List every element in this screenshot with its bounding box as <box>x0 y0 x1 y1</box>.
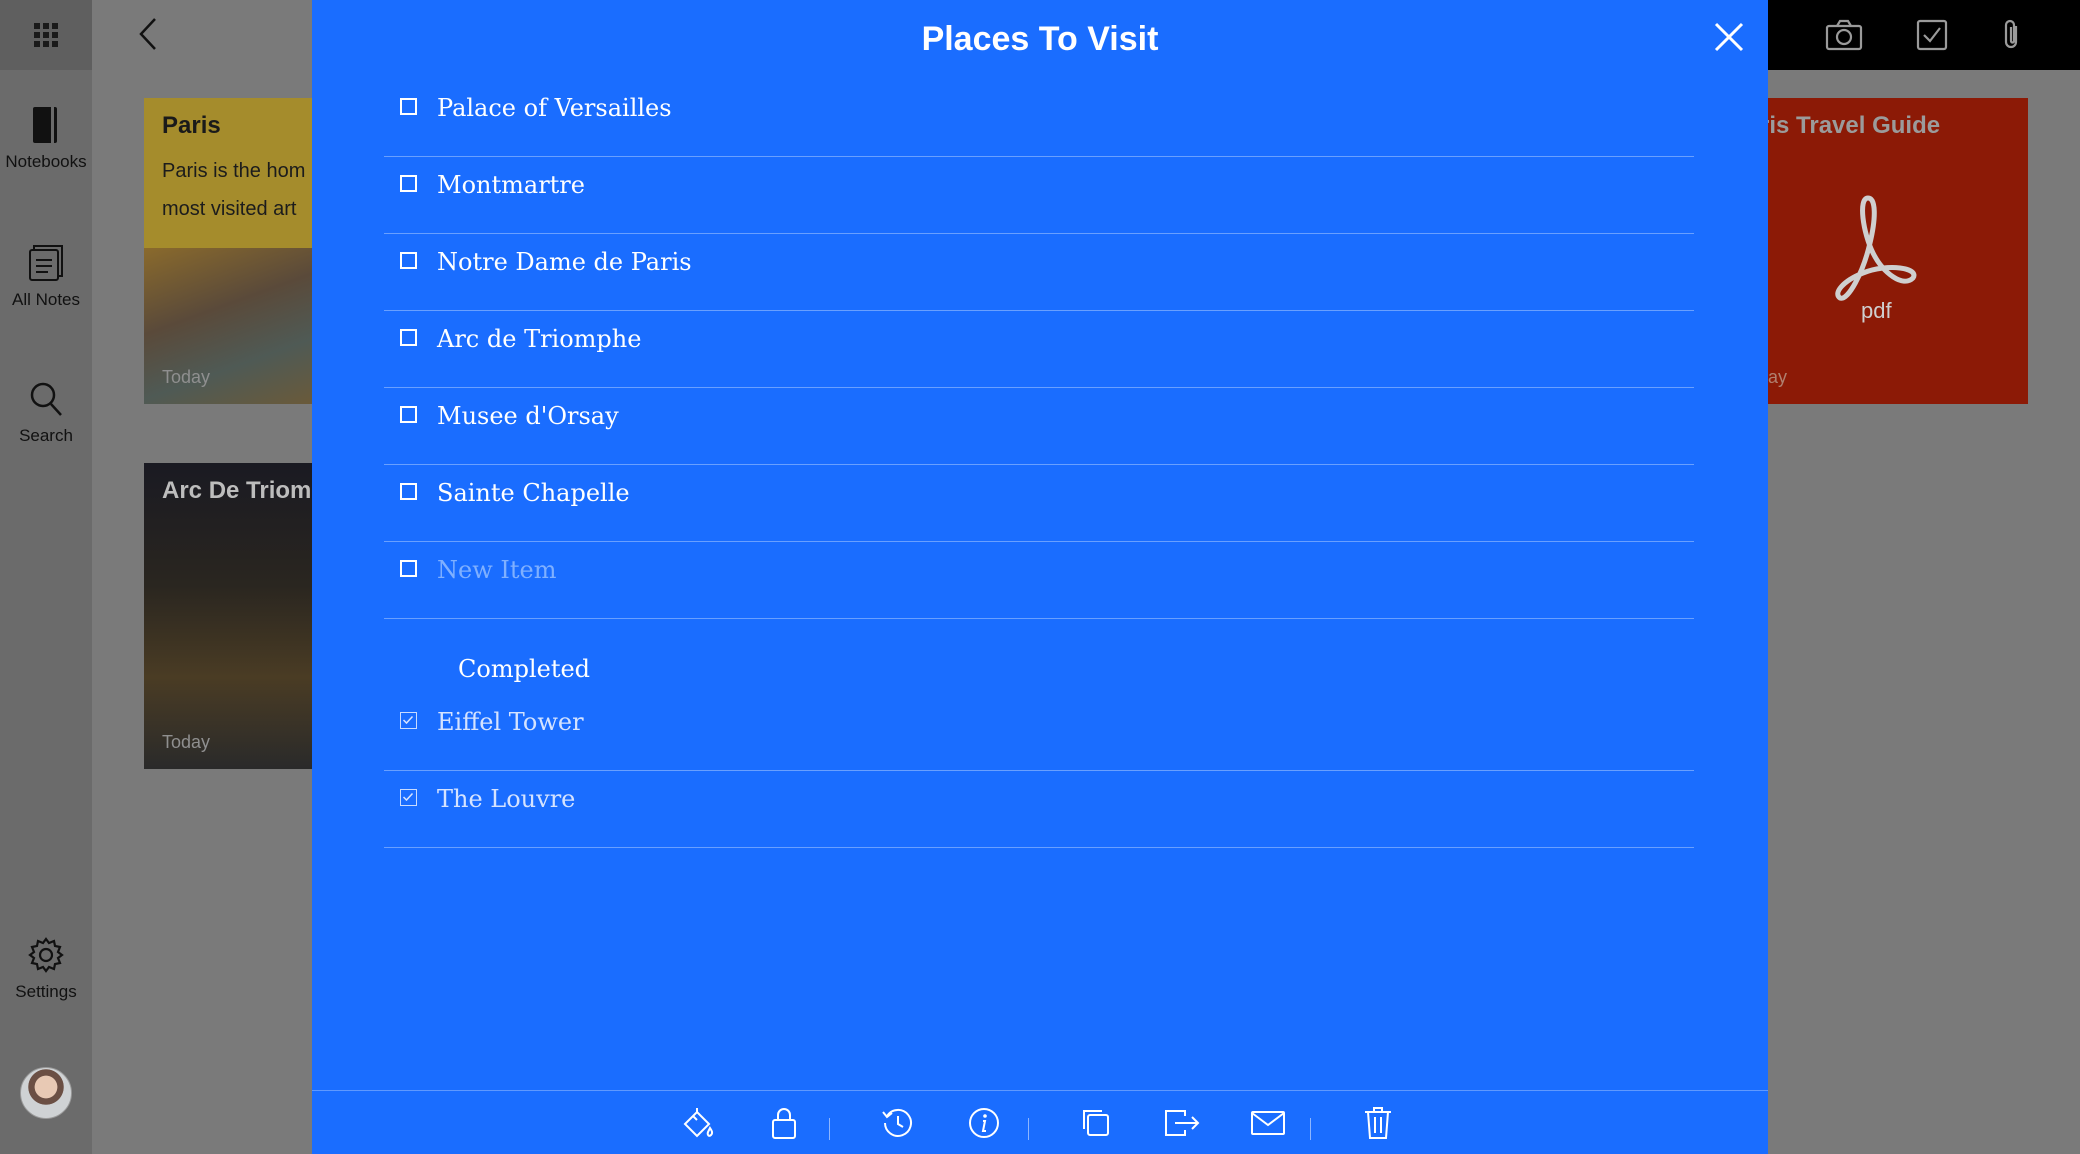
sidebar-item-notebooks[interactable]: Notebooks <box>0 106 92 172</box>
checklist-item[interactable]: Sainte Chapelle <box>384 465 1694 542</box>
trash-icon <box>1365 1107 1391 1139</box>
lock-button[interactable] <box>764 1103 804 1143</box>
card-title: Paris <box>162 112 221 139</box>
pdf-label: pdf <box>1861 298 1892 323</box>
sidebar-item-search[interactable]: Search <box>0 380 92 446</box>
completed-item-label[interactable]: Eiffel Tower <box>437 708 584 736</box>
sidebar-item-settings[interactable]: Settings <box>0 936 92 1002</box>
checklist-item-label[interactable]: Musee d'Orsay <box>437 402 619 430</box>
delete-button[interactable] <box>1358 1103 1398 1143</box>
checkbox[interactable] <box>400 560 417 577</box>
email-button[interactable] <box>1248 1103 1288 1143</box>
checklist-modal: Places To Visit Palace of Versailles Mon… <box>312 0 1768 1154</box>
card-title: ris Travel Guide <box>1768 112 1941 139</box>
chevron-left-icon <box>139 18 156 50</box>
sidebar-item-label: All Notes <box>11 290 81 309</box>
duplicate-icon <box>1083 1110 1109 1136</box>
card-date: ay <box>1768 367 1788 387</box>
apps-grid-button[interactable] <box>0 0 92 70</box>
checkbox-checked[interactable] <box>400 789 417 806</box>
notebook-icon <box>33 107 57 143</box>
checklist-item[interactable]: Arc de Triomphe <box>384 311 1694 388</box>
checkbox[interactable] <box>400 175 417 192</box>
checklist-icon[interactable] <box>1916 19 1948 51</box>
email-icon <box>1251 1111 1285 1135</box>
info-icon <box>969 1108 999 1138</box>
card-date: Today <box>162 367 211 387</box>
completed-item[interactable]: The Louvre <box>384 771 1694 848</box>
new-item-input[interactable]: New Item <box>437 556 556 584</box>
card-preview: Paris is the hom most visited art <box>162 160 306 220</box>
completed-item[interactable]: Eiffel Tower <box>384 694 1694 771</box>
checklist-item-label[interactable]: Notre Dame de Paris <box>437 248 692 276</box>
pdf-icon <box>1835 195 1917 301</box>
checklist-item[interactable]: Palace of Versailles <box>384 80 1694 157</box>
sidebar-item-all-notes[interactable]: All Notes <box>0 244 92 310</box>
toolbar-divider <box>829 1118 830 1140</box>
checkbox[interactable] <box>400 329 417 346</box>
checklist-item[interactable]: Notre Dame de Paris <box>384 234 1694 311</box>
history-button[interactable] <box>878 1103 918 1143</box>
sidebar: Notebooks All Notes Search Settings <box>0 0 92 1154</box>
camera-icon[interactable] <box>1825 19 1863 51</box>
card-title: Arc De Triom <box>162 477 312 504</box>
sidebar-item-label: Notebooks <box>5 152 87 171</box>
note-card-paris[interactable]: Paris Paris is the hom most visited art … <box>144 98 312 404</box>
checkmark-icon <box>402 792 414 802</box>
card-date: Today <box>162 732 211 752</box>
note-card-arc[interactable]: Arc De Triom Today <box>144 463 312 769</box>
checkbox-checked[interactable] <box>400 712 417 729</box>
attachment-icon[interactable] <box>2001 18 2023 52</box>
sidebar-item-label: Search <box>19 426 73 445</box>
paint-bucket-icon <box>683 1108 714 1138</box>
checkmark-icon <box>402 715 414 725</box>
checklist-item-label[interactable]: Sainte Chapelle <box>437 479 630 507</box>
checklist-item-label[interactable]: Montmartre <box>437 171 585 199</box>
checkbox[interactable] <box>400 98 417 115</box>
back-button[interactable] <box>130 16 166 52</box>
completed-items: Eiffel Tower The Louvre <box>384 694 1694 848</box>
modal-toolbar <box>312 1090 1768 1154</box>
search-icon <box>30 382 62 416</box>
move-icon <box>1165 1110 1200 1136</box>
toolbar-divider <box>1310 1118 1311 1140</box>
checklist-item[interactable]: Montmartre <box>384 157 1694 234</box>
gear-icon <box>28 937 64 973</box>
completed-heading: Completed <box>458 655 591 683</box>
apps-grid-icon <box>34 23 58 47</box>
move-button[interactable] <box>1162 1103 1202 1143</box>
checkbox[interactable] <box>400 406 417 423</box>
modal-title: Places To Visit <box>921 20 1159 58</box>
toolbar-divider <box>1028 1118 1029 1140</box>
all-notes-icon <box>29 245 63 281</box>
note-card-pdf[interactable]: ris Travel Guide pdf ay <box>1768 98 2028 404</box>
avatar[interactable] <box>20 1067 72 1119</box>
checkbox[interactable] <box>400 483 417 500</box>
color-button[interactable] <box>678 1103 718 1143</box>
checklist-item-label[interactable]: Arc de Triomphe <box>437 325 641 353</box>
info-button[interactable] <box>964 1103 1004 1143</box>
lock-icon <box>772 1108 796 1139</box>
completed-item-label[interactable]: The Louvre <box>437 785 575 813</box>
checklist-items: Palace of Versailles Montmartre Notre Da… <box>384 80 1694 619</box>
new-item-row[interactable]: New Item <box>384 542 1694 619</box>
checklist-item[interactable]: Musee d'Orsay <box>384 388 1694 465</box>
close-button[interactable] <box>1710 18 1748 56</box>
history-icon <box>882 1108 912 1137</box>
duplicate-button[interactable] <box>1076 1103 1116 1143</box>
close-icon <box>1714 22 1744 52</box>
checkbox[interactable] <box>400 252 417 269</box>
note-actions-bar <box>1768 0 2080 70</box>
sidebar-item-label: Settings <box>15 982 77 1001</box>
checklist-item-label[interactable]: Palace of Versailles <box>437 94 672 122</box>
